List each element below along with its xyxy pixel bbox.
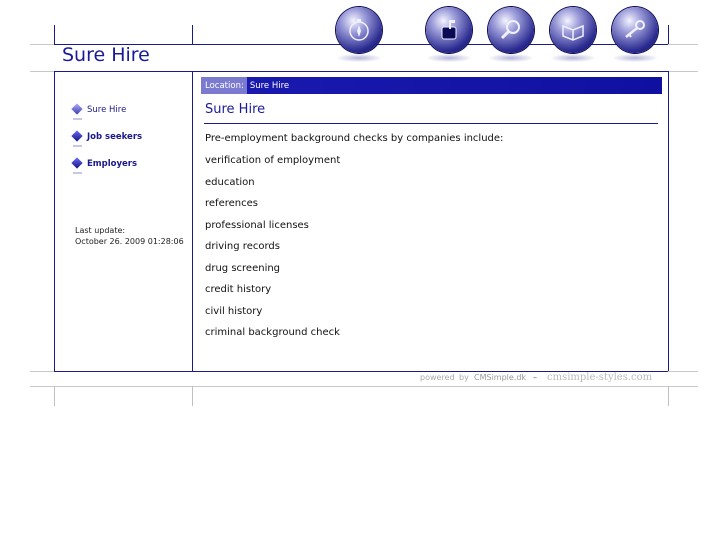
footer-by: by [459, 373, 469, 382]
diamond-bullet-icon [72, 132, 82, 142]
frame-line-header-left-fade [30, 71, 56, 72]
footer-powered: powered [420, 373, 455, 382]
frame-tick-mid-top [192, 25, 193, 44]
sidebar-item-label: Job seekers [87, 132, 143, 142]
diamond-bullet-icon [72, 159, 82, 169]
diamond-bullet-icon [72, 105, 82, 115]
frame-line-top-left-fade [30, 44, 56, 45]
key-icon-shadow [613, 54, 657, 62]
heading-rule [204, 123, 658, 124]
bullet-reflection [73, 118, 82, 120]
location-value[interactable]: Sure Hire [247, 81, 289, 91]
location-label: Location: [201, 77, 247, 94]
book-icon[interactable] [550, 7, 596, 53]
list-item: driving records [205, 241, 280, 252]
list-item: professional licenses [205, 220, 309, 231]
frame-line-right [668, 71, 669, 371]
sidebar-item-label: Sure Hire [87, 105, 127, 115]
footer-dash: – [533, 373, 537, 382]
frame-line-left [54, 71, 55, 371]
frame-tick-mid-bottom [192, 386, 193, 406]
list-item: verification of employment [205, 155, 341, 166]
frame-tick-right-top [668, 25, 669, 44]
list-item: criminal background check [205, 327, 340, 338]
site-title: Sure Hire [62, 44, 150, 66]
list-item: education [205, 177, 255, 188]
frame-tick-left-bottom [54, 386, 55, 406]
compass-icon-shadow [337, 54, 381, 62]
magnifier-icon[interactable] [488, 7, 534, 53]
sidebar-item-sure-hire[interactable]: Sure Hire [72, 105, 126, 115]
location-bar: Location: Sure Hire [201, 77, 662, 94]
mailbox-icon-shadow [427, 54, 471, 62]
footer-styles-link[interactable]: cmsimple-styles.com [547, 372, 652, 383]
frame-tick-left-top [54, 25, 55, 44]
mailbox-icon[interactable] [426, 7, 472, 53]
sidebar-item-job-seekers[interactable]: Job seekers [72, 132, 142, 142]
list-item: references [205, 198, 258, 209]
intro-text: Pre-employment background checks by comp… [205, 133, 504, 144]
frame-line-bottom-right-fade [668, 371, 698, 372]
list-item: credit history [205, 284, 272, 295]
book-icon-shadow [551, 54, 595, 62]
page-heading: Sure Hire [205, 102, 266, 117]
frame-line-header [54, 71, 668, 72]
frame-line-bottom-left-fade [30, 371, 56, 372]
sidebar-item-employers[interactable]: Employers [72, 159, 137, 169]
list-item: civil history [205, 306, 263, 317]
last-update-value: October 26. 2009 01:28:06 [75, 237, 184, 246]
list-item: drug screening [205, 263, 281, 274]
key-icon[interactable] [612, 7, 658, 53]
frame-line-header-right-fade [668, 71, 698, 72]
compass-icon[interactable] [336, 7, 382, 53]
frame-line-top-right-fade [668, 44, 698, 45]
footer-cmsimple-link[interactable]: CMSimple.dk [474, 373, 526, 382]
frame-line-sidebar-divider [192, 71, 193, 371]
sidebar-item-label: Employers [87, 159, 138, 169]
last-update-label: Last update: [75, 226, 126, 235]
bullet-reflection [73, 145, 82, 147]
frame-tick-right-bottom [668, 386, 669, 406]
frame-line-footer [30, 386, 698, 387]
magnifier-icon-shadow [489, 54, 533, 62]
bullet-reflection [73, 172, 82, 174]
last-update: Last update: October 26. 2009 01:28:06 [75, 225, 184, 247]
